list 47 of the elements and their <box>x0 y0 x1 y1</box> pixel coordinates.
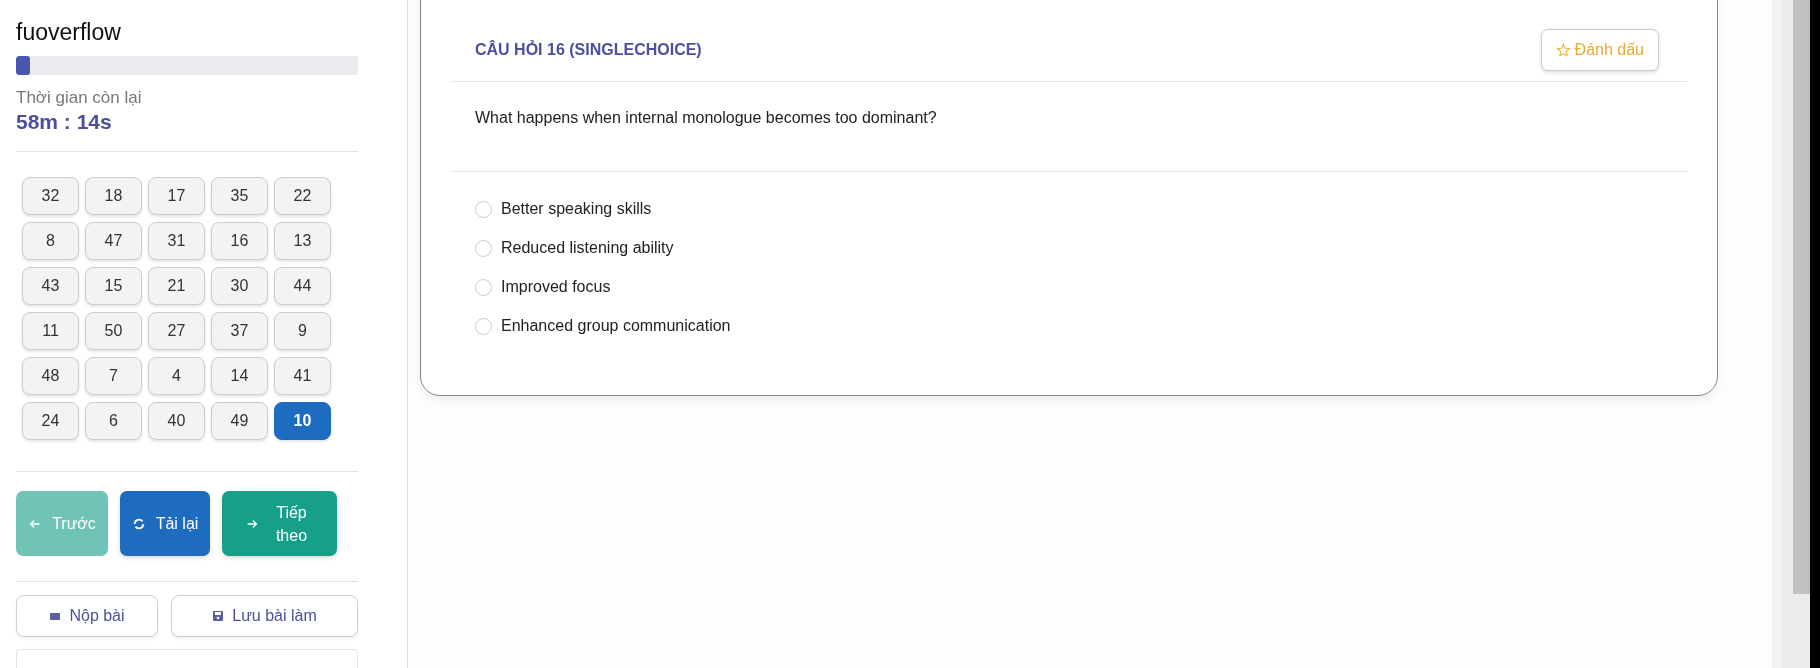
question-number-button[interactable]: 4 <box>148 357 205 395</box>
question-number-button[interactable]: 11 <box>22 312 79 350</box>
question-number-button[interactable]: 30 <box>211 267 268 305</box>
option-label[interactable]: Better speaking skills <box>501 200 652 218</box>
question-number-button[interactable]: 16 <box>211 222 268 260</box>
question-number-button[interactable]: 17 <box>148 177 205 215</box>
timer-label: Thời gian còn lại <box>16 88 143 108</box>
question-number-button[interactable]: 7 <box>85 357 142 395</box>
question-number-button[interactable]: 44 <box>274 267 331 305</box>
question-number-button[interactable]: 37 <box>211 312 268 350</box>
question-number-button[interactable]: 27 <box>148 312 205 350</box>
question-number-button[interactable]: 15 <box>85 267 142 305</box>
question-number-button[interactable]: 41 <box>274 357 331 395</box>
question-number-button[interactable]: 22 <box>274 177 331 215</box>
question-number-button[interactable]: 18 <box>85 177 142 215</box>
question-number-button[interactable]: 9 <box>274 312 331 350</box>
question-number-button[interactable]: 47 <box>85 222 142 260</box>
question-number-button[interactable]: 10 <box>274 402 331 440</box>
question-number-button[interactable]: 13 <box>274 222 331 260</box>
question-number-button[interactable]: 35 <box>211 177 268 215</box>
question-number-button[interactable]: 49 <box>211 402 268 440</box>
reload-button[interactable]: Tải lại <box>120 491 210 556</box>
app-title: fuoverflow <box>16 19 122 46</box>
star-icon <box>1555 42 1571 58</box>
option-label[interactable]: Reduced listening ability <box>501 239 674 257</box>
submit-button[interactable]: Nộp bài <box>16 595 158 637</box>
question-number-button[interactable]: 8 <box>22 222 79 260</box>
question-number-button[interactable]: 14 <box>211 357 268 395</box>
option-label[interactable]: Improved focus <box>501 278 611 296</box>
scrollbar-thumb[interactable] <box>1793 0 1810 594</box>
question-number-button[interactable]: 32 <box>22 177 79 215</box>
refresh-icon <box>131 516 146 531</box>
option-label[interactable]: Enhanced group communication <box>501 317 731 335</box>
question-number-button[interactable]: 21 <box>148 267 205 305</box>
save-button[interactable]: Lưu bài làm <box>171 595 358 637</box>
question-number-button[interactable]: 40 <box>148 402 205 440</box>
question-number-button[interactable]: 6 <box>85 402 142 440</box>
question-number-button[interactable]: 43 <box>22 267 79 305</box>
question-number-button[interactable]: 24 <box>22 402 79 440</box>
question-heading: CÂU HỎI 16 (SINGLECHOICE) <box>475 41 702 59</box>
timer-value: 58m : 14s <box>16 110 113 134</box>
tray-icon <box>49 610 62 622</box>
question-number-button[interactable]: 48 <box>22 357 79 395</box>
question-number-button[interactable]: 50 <box>85 312 142 350</box>
question-number-button[interactable]: 31 <box>148 222 205 260</box>
save-icon <box>212 610 225 622</box>
question-text: What happens when internal monologue becomes too dominant? <box>451 82 1687 172</box>
